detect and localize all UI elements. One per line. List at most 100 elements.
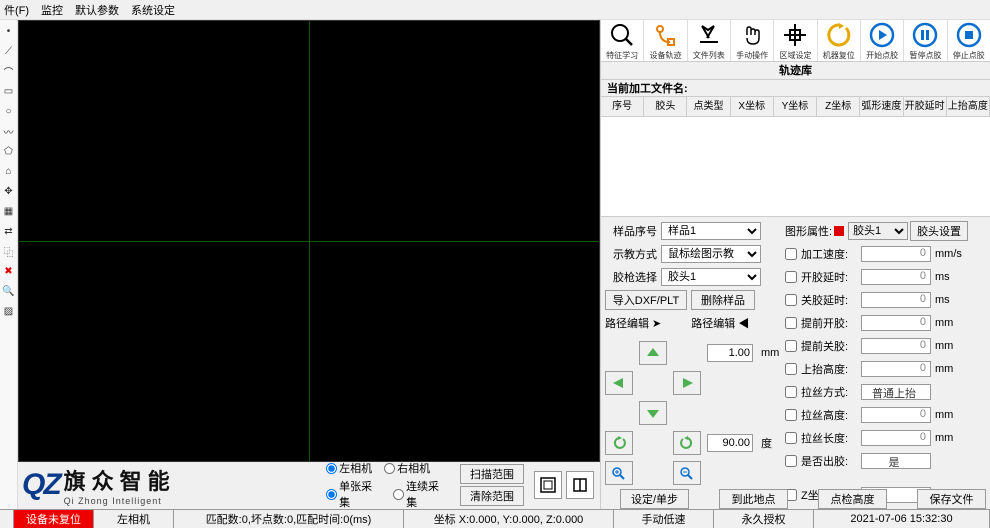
preopen-val[interactable]: 0 [861,315,931,331]
tool-home-icon[interactable]: ⌂ [2,164,16,178]
tool-fill-icon[interactable]: ▨ [2,304,16,318]
tb-filelist[interactable]: 文件列表 [688,20,731,61]
chk-closedelay[interactable] [785,294,797,306]
menu-monitor[interactable]: 监控 [41,2,63,18]
right-panel: 特征学习 设备轨迹 文件列表 手动操作 区域设定 机器复位 开始点胶 暂停点胶 … [600,20,990,509]
jog-right[interactable] [673,371,701,395]
zoom-out[interactable] [673,461,701,485]
tb-reset[interactable]: 区域设定 [774,20,817,61]
drawlen-val[interactable]: 0 [861,430,931,446]
zoom-in[interactable] [605,461,633,485]
rot-cw[interactable] [673,431,701,455]
preclose-val[interactable]: 0 [861,338,931,354]
tool-grid-icon[interactable]: ▦ [2,204,16,218]
canvas-view[interactable] [18,20,600,462]
jog-left[interactable] [605,371,633,395]
tool-dot-icon[interactable]: • [2,24,16,38]
head-setting-button[interactable]: 胶头设置 [910,221,968,241]
tool-copy-icon[interactable]: ⿻ [2,244,16,258]
set-step-button[interactable]: 设定/单步 [620,489,689,509]
scan-range-button[interactable]: 扫描范围 [460,464,524,484]
step-input[interactable] [707,344,753,362]
col-seq: 序号 [601,97,644,116]
import-button[interactable]: 导入DXF/PLT [605,290,687,310]
logo-mark: QZ [22,468,60,502]
logo-en: Qi Zhong Intelligent [64,496,176,506]
tool-move-icon[interactable]: ✥ [2,184,16,198]
tb-play[interactable]: 开始点胶 [861,20,904,61]
radio-right-camera[interactable]: 右相机 [384,460,430,476]
grid-body[interactable] [601,117,990,217]
chk-drawmode[interactable] [785,386,797,398]
status-coord: 坐标 X:0.000, Y:0.000, Z:0.000 [404,510,614,528]
angle-input[interactable] [707,434,753,452]
chk-preopen[interactable] [785,317,797,329]
save-file-button[interactable]: 保存文件 [917,489,986,509]
chk-drawlen[interactable] [785,432,797,444]
tool-polygon-icon[interactable]: ⬠ [2,144,16,158]
path-edit-expand[interactable]: 路径编辑 ➤ [605,315,661,331]
col-x: X坐标 [731,97,774,116]
radio-left-camera[interactable]: 左相机 [326,460,372,476]
check-height-button[interactable]: 点检高度 [818,489,887,509]
tb-path[interactable]: 设备轨迹 [644,20,687,61]
fit-icon[interactable] [534,471,562,499]
trajectory-lib-title: 轨迹库 [601,62,990,80]
glue-label: 胶枪选择 [605,269,657,285]
speed-val[interactable]: 0 [861,246,931,262]
opendelay-val[interactable]: 0 [861,269,931,285]
tb-home[interactable]: 机器复位 [818,20,861,61]
status-device: 设备未复位 [14,510,94,528]
col-type: 点类型 [687,97,730,116]
tool-mirror-icon[interactable]: ⇄ [2,224,16,238]
tool-del-icon[interactable]: ✖ [2,264,16,278]
glue-select[interactable]: 胶头1 [661,268,761,286]
chk-speed[interactable] [785,248,797,260]
chk-lift[interactable] [785,363,797,375]
tool-zoom-icon[interactable]: 🔍 [2,284,16,298]
closedelay-val[interactable]: 0 [861,292,931,308]
attr-label: 图形属性: [785,223,832,239]
logo: QZ 旗众智能 Qi Zhong Intelligent [18,462,318,508]
radio-cont-capture[interactable]: 连续采集 [393,478,448,510]
menu-file[interactable]: 件(F) [4,2,29,18]
drawheight-val[interactable]: 0 [861,407,931,423]
tool-circle-icon[interactable]: ○ [2,104,16,118]
lift-val[interactable]: 0 [861,361,931,377]
sample-select[interactable]: 样品1 [661,222,761,240]
path-edit-collapse[interactable]: 路径编辑 ◀ [691,315,749,331]
jog-up[interactable] [639,341,667,365]
isglue-val[interactable]: 是 [861,453,931,469]
chk-opendelay[interactable] [785,271,797,283]
col-z: Z坐标 [817,97,860,116]
tb-pause[interactable]: 暂停点胶 [904,20,947,61]
radio-single-capture[interactable]: 单张采集 [326,478,381,510]
status-time: 2021-07-06 15:32:30 [814,510,990,528]
tb-search[interactable]: 特征学习 [601,20,644,61]
attr-select[interactable]: 胶头1 [848,222,908,240]
drawmode-val[interactable]: 普通上抬 [861,384,931,400]
rot-ccw[interactable] [605,431,633,455]
tool-curve-icon[interactable]: 〰 [2,124,16,138]
chk-isglue[interactable] [785,455,797,467]
tool-arc-icon[interactable]: ⌒ [2,64,16,78]
jog-down[interactable] [639,401,667,425]
tool-line-icon[interactable]: ⟋ [2,44,16,58]
menu-default[interactable]: 默认参数 [75,2,119,18]
teach-label: 示教方式 [605,246,657,262]
chk-preclose[interactable] [785,340,797,352]
status-auth: 永久授权 [714,510,814,528]
goto-pos-button[interactable]: 到此地点 [719,489,788,509]
logo-cn: 旗众智能 [64,464,176,496]
menu-system[interactable]: 系统设定 [131,2,175,18]
tb-manual[interactable]: 手动操作 [731,20,774,61]
delete-sample-button[interactable]: 删除样品 [691,290,755,310]
door-icon[interactable] [566,471,594,499]
clear-range-button[interactable]: 清除范围 [460,486,524,506]
menu-bar: 件(F) 监控 默认参数 系统设定 [0,0,990,20]
tb-stop[interactable]: 停止点胶 [948,20,990,61]
col-head: 胶头 [644,97,687,116]
chk-drawheight[interactable] [785,409,797,421]
tool-rect-icon[interactable]: ▭ [2,84,16,98]
teach-select[interactable]: 鼠标绘图示教 [661,245,761,263]
